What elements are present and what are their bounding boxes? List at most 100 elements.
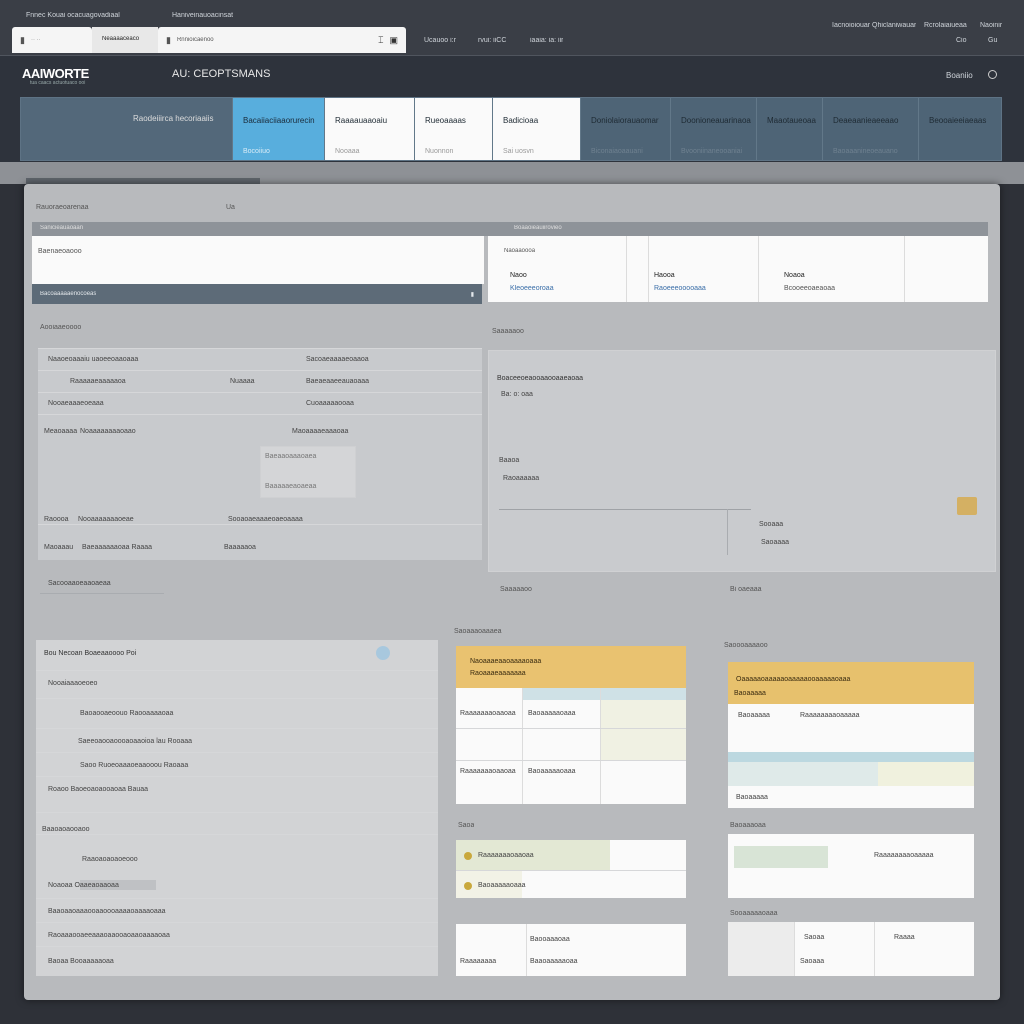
list-item-10[interactable]: Raoaaaooaeeaaaoaaooaoaaoaaaaoaa: [48, 932, 170, 939]
nav-label: Bacaiiaciiaaorurecin: [243, 116, 315, 125]
nav-item-5[interactable]: Doniolaiorauaomar Biconaiaoaauani: [581, 98, 671, 160]
nav-item-0[interactable]: Raodeiiirca hecoriaaiis: [21, 98, 233, 160]
chart-footer-right: Bi oaeaaa: [730, 586, 762, 593]
nav-item-3[interactable]: Rueoaaaas Nuonnon: [415, 98, 493, 160]
nav-sub: Sai uosvn: [503, 148, 534, 155]
chart-badge[interactable]: [957, 497, 977, 515]
small-mid-row-1[interactable]: Raaaaaaaoaaoaa: [478, 852, 534, 859]
stat-value-3[interactable]: Bcooeeoaeaoaa: [784, 285, 835, 292]
list-item-3[interactable]: Saeeoaooaoooaoaaoioa lau Rooaaa: [78, 738, 192, 745]
browser-tab-1[interactable]: ▮ ·· ··: [12, 27, 92, 53]
breadcrumb[interactable]: Rauoraeoarenaa: [36, 204, 89, 211]
chart-label-2: Raoaaaaaa: [503, 475, 540, 482]
nav-label: Raaaauaaoaiu: [335, 116, 388, 125]
bottom-right-row-3[interactable]: Saoaaa: [800, 958, 824, 965]
form-row-1-b[interactable]: Sacoaeaaaaeoaaoa: [306, 356, 369, 363]
tab-meta: ·· ··: [30, 37, 41, 43]
small-mid-row-2[interactable]: Baoaaaaaoaaa: [478, 882, 526, 889]
header-user[interactable]: Boaniio: [946, 71, 973, 80]
filter-box[interactable]: Baenaeoaooo: [32, 236, 484, 284]
section-header-left: Sanicieauaoaan: [32, 222, 488, 236]
mid-cell-3[interactable]: Raaaaaaaoaaoaa: [460, 768, 516, 775]
nav-item-2[interactable]: Raaaauaaoaiu Nooaaa: [325, 98, 415, 160]
bottom-right-row-1[interactable]: Saoaa: [804, 934, 824, 941]
list-item-4[interactable]: Saoo Ruoeoaaaoeaaooou Raoaaa: [80, 762, 188, 769]
list-item-11[interactable]: Baoaa Booaaaaaoaa: [48, 958, 114, 965]
nav-label: Raodeiiirca hecoriaaiis: [133, 114, 214, 123]
mid-section-title: Saoaaaoaaaea: [454, 628, 502, 635]
toolbar-link-3[interactable]: iaaia: ia: iir: [530, 37, 563, 44]
nav-sub: Nooaaa: [335, 148, 360, 155]
nav-label: Doonioneauarinaoa: [681, 116, 751, 125]
nav-item-4[interactable]: Badicioaa Sai uosvn: [493, 98, 581, 160]
right-card-title: Oaaaaaoaaaaaoaaaaaooaaaaaoaaa: [736, 676, 851, 683]
right-link-3[interactable]: Rcrolaiaiueaa: [924, 22, 967, 29]
form-row-4-c[interactable]: Maoaaaaeaaaoaa: [292, 428, 348, 435]
right-section-title: Saoooaaaaoo: [724, 642, 768, 649]
small-right-text[interactable]: Raaaaaaaaoaaaaa: [874, 852, 934, 859]
small-right-card: Raaaaaaaaoaaaaa: [728, 834, 974, 898]
right-link-2[interactable]: Qhiclaniwauar: [872, 22, 916, 29]
form-row-3-b[interactable]: Cuoaaaaaooaa: [306, 400, 354, 407]
cursor-icon: ⌶: [378, 34, 384, 45]
list-item-8[interactable]: Noaoaa Oaaeaoaaoaa: [48, 882, 119, 889]
filter-footer[interactable]: Bacoaaaaaenocoeas ▮: [32, 284, 482, 304]
right-cell-3[interactable]: Baoaaaaa: [736, 794, 768, 801]
right-num-2: Gu: [988, 37, 998, 44]
list-item-7[interactable]: Raaoaoaoaoeooo: [82, 856, 138, 863]
nav-item-8[interactable]: Deaeaanieaeeaao Baoaaanineoeauano: [823, 98, 919, 160]
form-row-2-c[interactable]: Baeaeaaeeauaoaaa: [306, 378, 369, 385]
section-header-right: Boaaoieauiirovieo: [488, 222, 988, 236]
stat-value-1[interactable]: Kleoeeeoroaa: [510, 285, 554, 292]
bottom-right-row-2[interactable]: Raaaa: [894, 934, 915, 941]
list-item-2[interactable]: Baoaooaeoouo Raooaaaaoaa: [80, 710, 173, 717]
tab-label: Neaaaaceaco: [102, 36, 140, 42]
mid-card-sub: Raoaaaeaaaaaaa: [470, 670, 526, 677]
drop-zone[interactable]: Baeaaoaaaoaea Baaaaaeaoaeaa: [260, 446, 356, 498]
nav-strip: Raodeiiirca hecoriaaiis Bacaiiaciiaaorur…: [20, 97, 1002, 161]
right-cell-2[interactable]: Raaaaaaaaoaaaaa: [800, 712, 860, 719]
help-icon[interactable]: [988, 70, 997, 79]
bottom-mid-row-2[interactable]: Raaaaaaaa: [460, 958, 496, 965]
browser-bar: Fnnec Kouai ocacuagovadiaal Haniveinauoa…: [0, 0, 1024, 56]
nav-item-7[interactable]: Maaotaueoaa: [757, 98, 823, 160]
right-link-1[interactable]: Iacnoioiouar: [832, 22, 870, 29]
mid-cell-1[interactable]: Raaaaaaaoaaoaa: [460, 710, 516, 717]
nav-item-9[interactable]: Beooaieeiaeaas: [919, 98, 1001, 160]
form-row-6-c[interactable]: Sooaoaeaaaeoaeoaaaa: [228, 516, 303, 523]
app-logo-sub: tua caacs actuotuaco ooi: [30, 80, 86, 86]
nav-item-1[interactable]: Bacaiiaciiaaorurecin Bocoiiuo: [233, 98, 325, 160]
content-frame: Rauoraeoarenaa Ua Sanicieauaoaan Boaaoie…: [24, 184, 1000, 1000]
refresh-icon[interactable]: [376, 646, 390, 660]
right-cell-1[interactable]: Baoaaaaa: [738, 712, 770, 719]
list-item-5[interactable]: Roaoo Baoeoaoaooaoaa Bauaa: [48, 786, 148, 793]
page-title: AU: CEOPTSMANS: [172, 68, 271, 80]
nav-sub: Baoaaanineoeauano: [833, 148, 898, 155]
list-item-1[interactable]: Nooaiaaaoeoeo: [48, 680, 97, 687]
list-item-6[interactable]: Baaoaoaooaoo: [42, 826, 90, 833]
nav-item-6[interactable]: Doonioneauarinaoa Bvooniinaneooaniai: [671, 98, 757, 160]
mid-cell-4[interactable]: Baoaaaaaoaaa: [528, 768, 576, 775]
small-mid-card: Raaaaaaaoaaoaa Baoaaaaaoaaa: [456, 840, 686, 898]
form-row-7-b: Baeaaaaaaoaa Raaaa: [82, 544, 153, 551]
form-row-7-c[interactable]: Baaaaaoa: [224, 544, 256, 551]
toolbar-link-1[interactable]: Ucauoo i:r: [424, 37, 456, 44]
form-footer-button[interactable]: Sacooaaoeaaoaeaa: [40, 576, 164, 594]
top-mid-label: Haniveinauoacinsat: [172, 12, 234, 19]
form-row-3-a: Nooaeaaaeoeaaa: [48, 400, 104, 407]
form-row-2-a: Raaaaaeaaaaaoa: [70, 378, 126, 385]
browser-tab-2[interactable]: Neaaaaceaco: [92, 27, 158, 53]
app-logo[interactable]: AAIWORTE: [22, 66, 89, 81]
bottom-mid-row-3[interactable]: Baaoaaaaaoaa: [530, 958, 578, 965]
right-link-4[interactable]: Naoinir: [980, 22, 1002, 29]
toolbar-link-2[interactable]: rvui: iiCC: [478, 37, 506, 44]
stat-value-2[interactable]: Raoeeeooooaaa: [654, 285, 706, 292]
list-item-9[interactable]: Baaoaaoaaaooaaoooaaaaoaaaaoaaa: [48, 908, 166, 915]
mid-cell-2[interactable]: Baoaaaaaoaaa: [528, 710, 576, 717]
print-icon[interactable]: ▣: [389, 35, 398, 46]
stat-title-2: Haooa: [654, 272, 675, 279]
bottom-mid-row-1[interactable]: Baooaaaoaa: [530, 936, 570, 943]
stat-header: Naoaaoooa: [504, 248, 536, 254]
chart-label-4: Saoaaaa: [761, 539, 790, 546]
address-bar[interactable]: ▮ Rnnioicaenoo ⌶ ▣: [158, 27, 406, 53]
